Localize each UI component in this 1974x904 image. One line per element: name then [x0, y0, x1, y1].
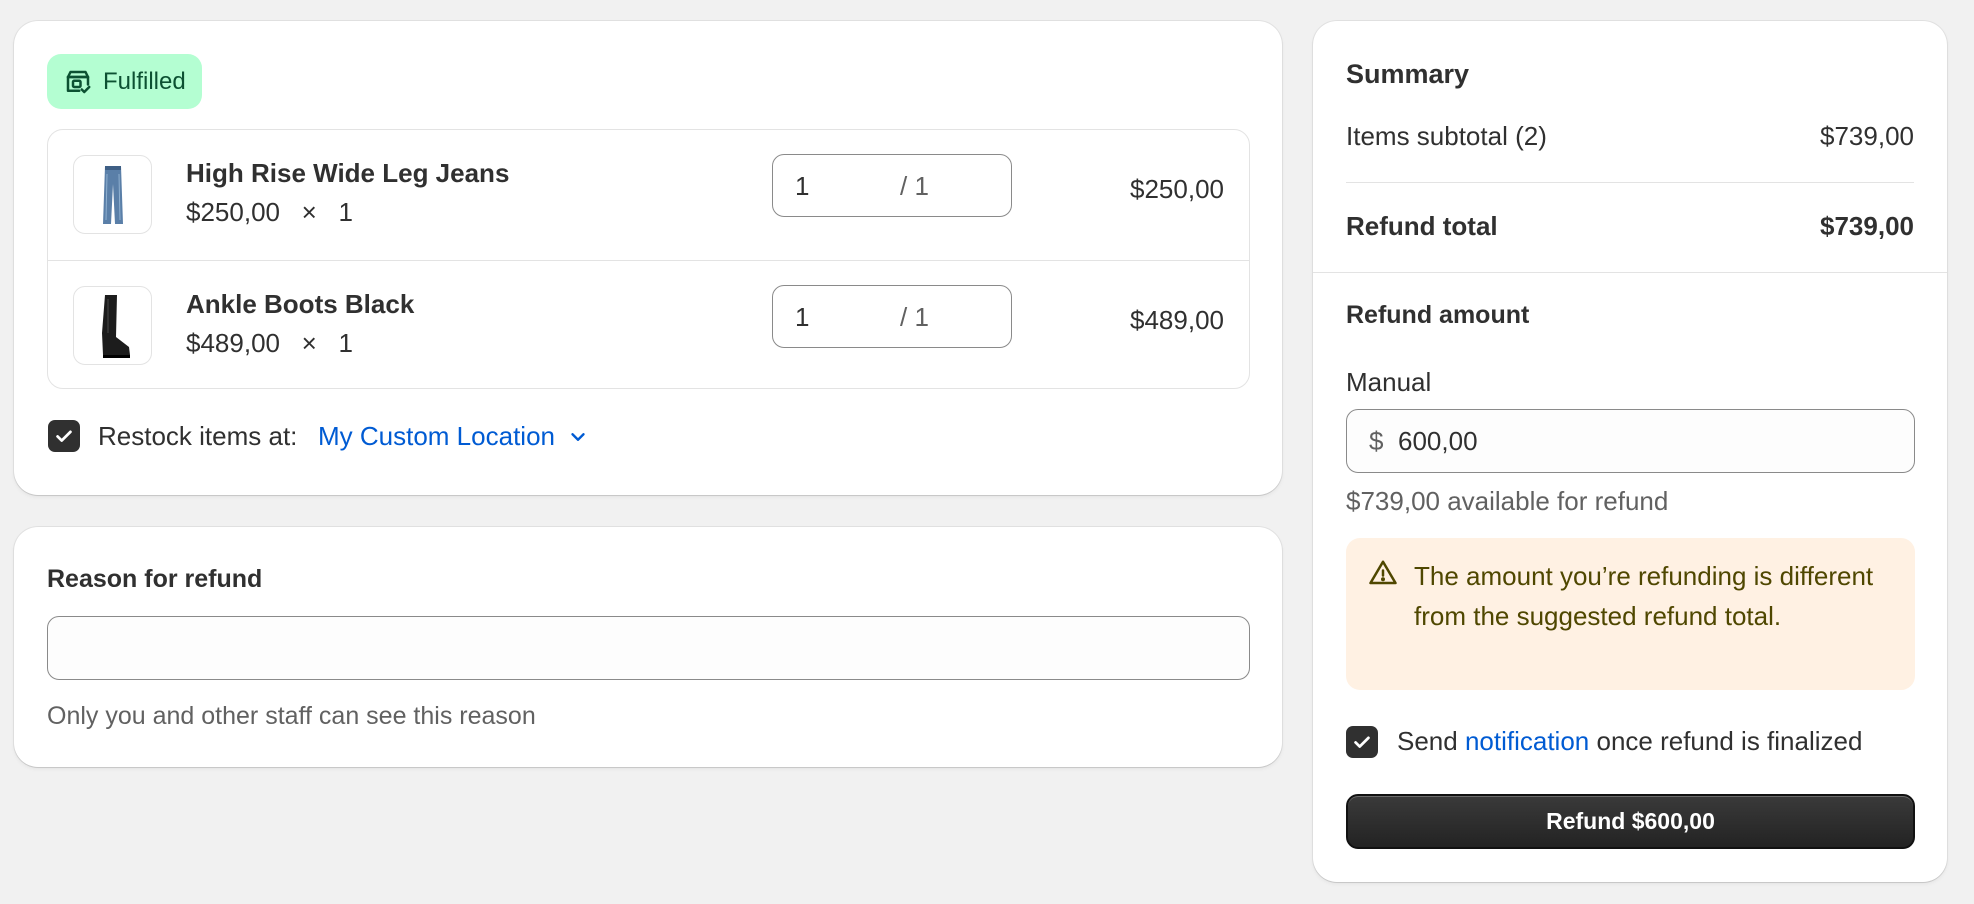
refund-amount-input[interactable]: $ 600,00 — [1346, 409, 1915, 473]
notification-text-after: once refund is finalized — [1589, 726, 1863, 756]
restock-location-dropdown[interactable]: My Custom Location — [318, 421, 589, 452]
boots-image — [73, 286, 152, 365]
line-item: Ankle Boots Black $489,00 × 1 1 / 1 $489… — [48, 260, 1249, 388]
times-sign: × — [301, 328, 317, 358]
refund-summary-card: Summary Items subtotal (2) $739,00 Refun… — [1313, 21, 1947, 882]
quantity-value: 1 — [795, 302, 810, 332]
item-name: Ankle Boots Black — [186, 289, 415, 319]
refund-reason-card: Reason for refund Only you and other sta… — [14, 527, 1282, 767]
refund-quantity-input[interactable]: 1 / 1 — [772, 154, 1012, 217]
notification-link[interactable]: notification — [1465, 726, 1589, 756]
currency-prefix: $ — [1369, 426, 1384, 456]
subtotal-label: Items subtotal (2) — [1346, 121, 1547, 151]
item-qty: 1 — [338, 328, 353, 358]
item-price-value: $489,00 — [186, 328, 280, 358]
reason-title: Reason for refund — [47, 565, 263, 593]
restock-label: Restock items at: — [98, 421, 298, 451]
item-total: $250,00 — [1130, 174, 1224, 204]
refund-quantity-input[interactable]: 1 / 1 — [772, 285, 1012, 348]
line-items-list: High Rise Wide Leg Jeans $250,00 × 1 1 /… — [47, 129, 1250, 389]
reason-help-text: Only you and other staff can see this re… — [47, 702, 536, 730]
fulfilled-badge: Fulfilled — [47, 54, 202, 109]
summary-title: Summary — [1346, 59, 1470, 89]
refund-total-value: $739,00 — [1820, 211, 1914, 241]
summary-divider — [1346, 182, 1914, 183]
item-price-value: $250,00 — [186, 197, 280, 227]
warning-text: The amount you’re refunding is different… — [1414, 561, 1874, 631]
warning-icon — [1369, 560, 1397, 585]
refund-items-card: Fulfilled High Rise Wide Leg Jeans $250,… — [14, 21, 1282, 495]
quantity-max: / 1 — [900, 302, 929, 332]
item-qty: 1 — [338, 197, 353, 227]
send-notification-checkbox[interactable] — [1346, 726, 1378, 758]
line-item: High Rise Wide Leg Jeans $250,00 × 1 1 /… — [48, 130, 1249, 260]
section-divider — [1313, 272, 1947, 273]
restock-checkbox[interactable] — [48, 420, 80, 452]
subtotal-value: $739,00 — [1820, 121, 1914, 151]
fulfilled-badge-label: Fulfilled — [103, 67, 186, 95]
jeans-image — [73, 155, 152, 234]
refund-amount-title: Refund amount — [1346, 301, 1530, 329]
checkmark-icon — [1354, 736, 1370, 748]
available-for-refund-text: $739,00 available for refund — [1346, 486, 1669, 516]
quantity-max: / 1 — [900, 171, 929, 201]
reason-input[interactable] — [47, 616, 1250, 680]
item-unit-price: $489,00 × 1 — [186, 328, 353, 359]
manual-label: Manual — [1346, 367, 1432, 397]
restock-location-label: My Custom Location — [318, 421, 555, 451]
item-name: High Rise Wide Leg Jeans — [186, 158, 510, 188]
checkmark-icon — [56, 430, 72, 442]
refund-button[interactable]: Refund $600,00 — [1346, 794, 1915, 849]
quantity-value: 1 — [795, 171, 810, 201]
item-total: $489,00 — [1130, 305, 1224, 335]
refund-warning-banner: The amount you’re refunding is different… — [1346, 538, 1915, 690]
refund-total-label: Refund total — [1346, 211, 1498, 241]
notification-label: Send notification once refund is finaliz… — [1397, 726, 1862, 757]
package-check-icon — [66, 70, 91, 93]
refund-amount-value: 600,00 — [1398, 426, 1478, 456]
item-unit-price: $250,00 × 1 — [186, 197, 353, 228]
chevron-down-icon — [571, 432, 585, 441]
notification-text-before: Send — [1397, 726, 1465, 756]
times-sign: × — [301, 197, 317, 227]
